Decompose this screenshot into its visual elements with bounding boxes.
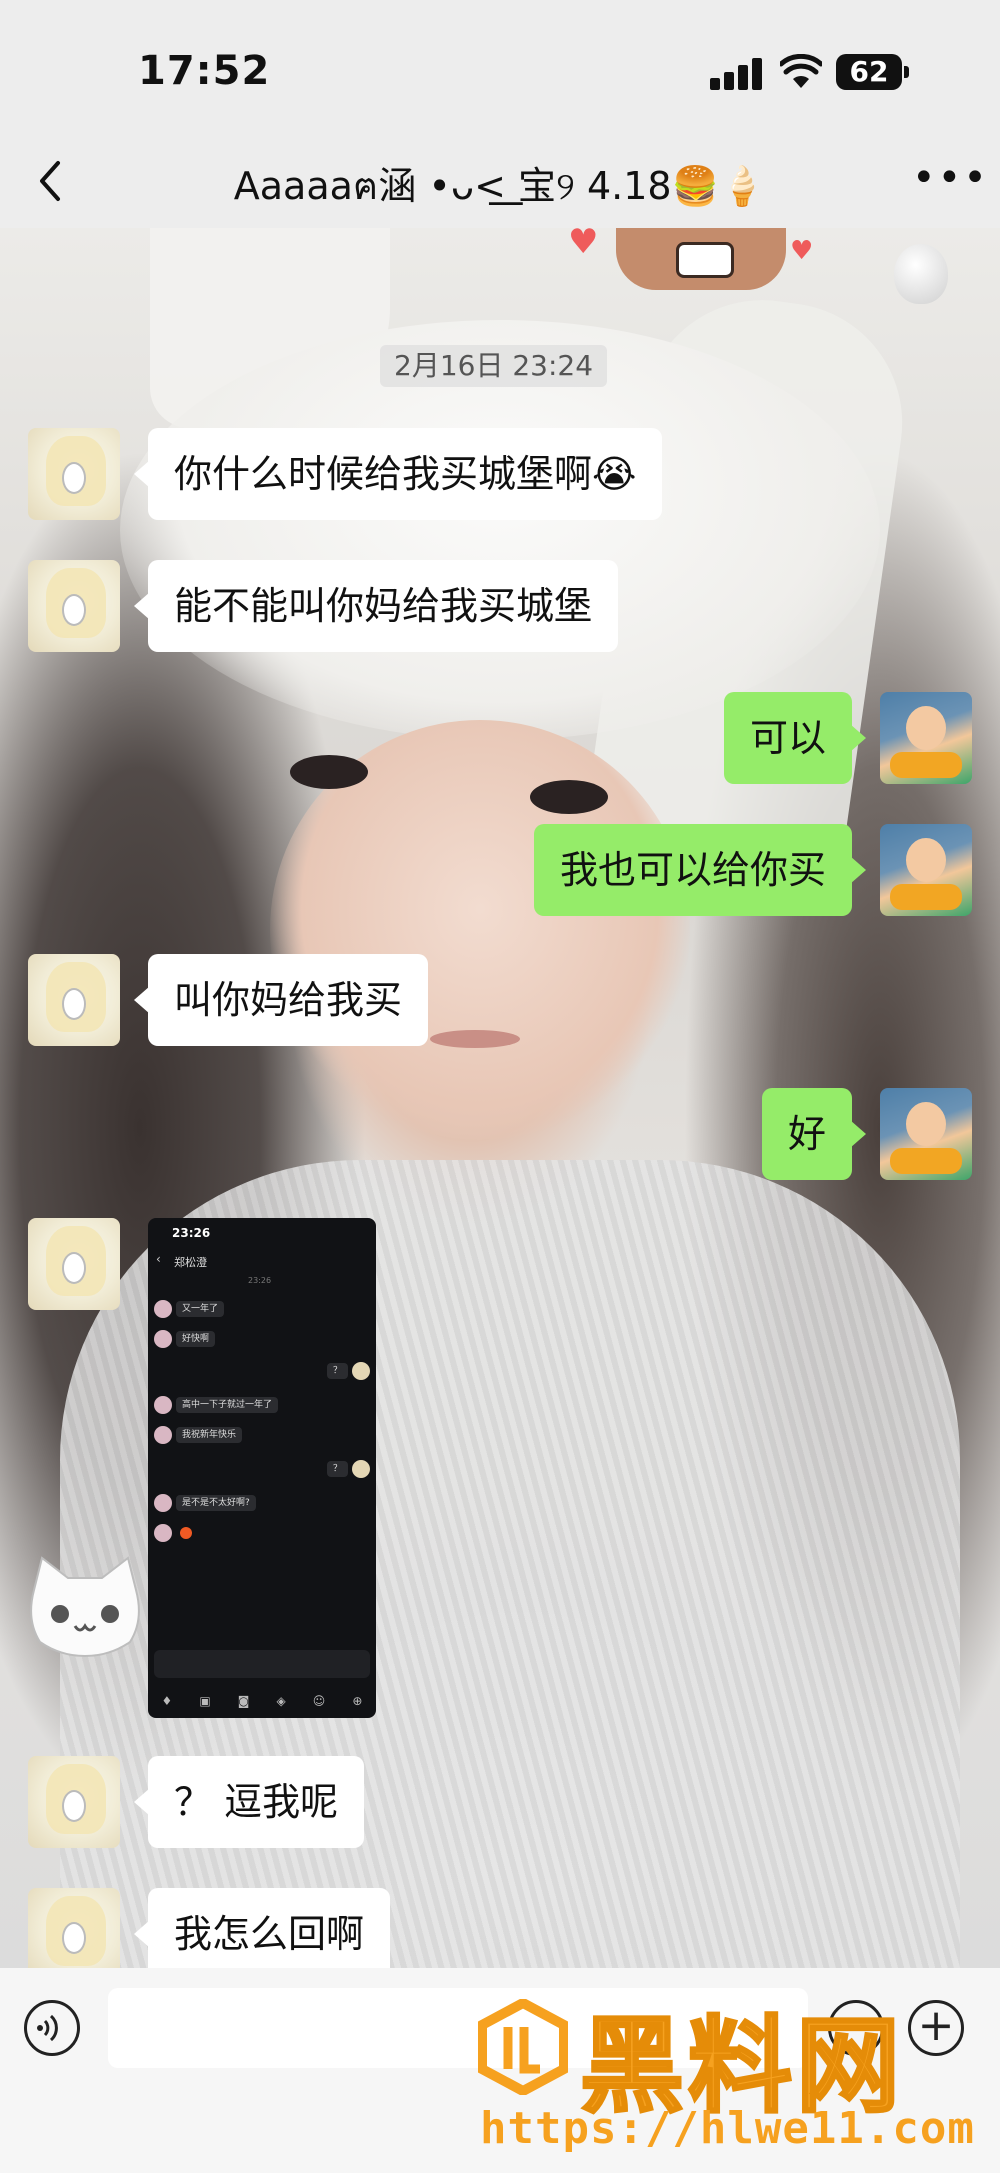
received-message[interactable]: ？ 逗我呢 xyxy=(133,1756,365,1848)
embedded-message: ？ xyxy=(326,1362,370,1380)
background-egg xyxy=(894,244,948,304)
watermark-url: https://hlwe11.com xyxy=(480,2103,975,2154)
chat-header: Aaaaaฅ涵 •ᴗ<͟ 宝୨ 4.18🍔🍦 ••• xyxy=(0,135,1000,228)
embedded-camera-icon: ◙ xyxy=(237,1694,250,1708)
chat-title: Aaaaaฅ涵 •ᴗ<͟ 宝୨ 4.18🍔🍦 xyxy=(233,164,767,208)
heart-icon: ♥ xyxy=(790,236,814,266)
embedded-message: 又一年了 xyxy=(154,1300,225,1318)
watermark: 黑料网 https://hlwe11.com xyxy=(470,1985,990,2165)
more-options-icon[interactable]: ••• xyxy=(912,158,987,199)
sent-message[interactable]: 可以 xyxy=(723,692,867,784)
cellular-signal-icon xyxy=(710,58,766,90)
my-avatar[interactable] xyxy=(880,692,972,784)
embedded-gift-icon: ◈ xyxy=(276,1694,286,1708)
contact-avatar[interactable] xyxy=(28,428,120,520)
background-eye xyxy=(530,780,608,814)
received-message[interactable]: 叫你妈给我买 xyxy=(133,954,429,1046)
embedded-image-icon: ▣ xyxy=(199,1694,211,1708)
contact-avatar[interactable] xyxy=(28,1218,120,1310)
embedded-emoji-icon: ☺ xyxy=(312,1694,326,1708)
embedded-mic-icon: ♦ xyxy=(161,1694,173,1708)
back-chevron-icon[interactable] xyxy=(30,153,70,209)
background-beaver-sticker xyxy=(616,228,786,290)
embedded-message: 是不是不太好啊? xyxy=(154,1494,256,1512)
image-message-screenshot[interactable]: 23:26 ‹ 郑松澄 23:26 又一年了 好快啊 ？ 高中一下子就过一年了 … xyxy=(148,1218,376,1718)
contact-avatar[interactable] xyxy=(28,954,120,1046)
status-time: 17:52 xyxy=(138,48,271,94)
embedded-plus-icon: ⊕ xyxy=(352,1694,363,1708)
contact-avatar[interactable] xyxy=(28,560,120,652)
contact-avatar[interactable] xyxy=(28,1756,120,1848)
sent-message[interactable]: 我也可以给你买 xyxy=(533,824,867,916)
embedded-timestamp: 23:26 xyxy=(248,1276,272,1285)
embedded-message: 我祝新年快乐 xyxy=(154,1426,243,1444)
embedded-back-icon: ‹ xyxy=(156,1252,161,1266)
sent-message[interactable]: 好 xyxy=(761,1088,867,1180)
received-message[interactable]: 你什么时候给我买城堡啊😭 xyxy=(133,428,663,520)
embedded-message: ？ xyxy=(326,1460,370,1478)
embedded-toolbar: ♦ ▣ ◙ ◈ ☺ ⊕ xyxy=(148,1694,376,1708)
background-eye xyxy=(290,755,368,789)
received-message[interactable]: 能不能叫你妈给我买城堡 xyxy=(133,560,619,652)
embedded-status-time: 23:26 xyxy=(172,1226,211,1240)
embedded-input xyxy=(154,1650,370,1678)
status-bar: 17:52 62 xyxy=(0,0,1000,135)
watermark-logo-icon xyxy=(478,1999,568,2095)
battery-indicator: 62 xyxy=(836,54,902,90)
my-avatar[interactable] xyxy=(880,1088,972,1180)
received-message[interactable]: 我怎么回啊 xyxy=(133,1888,391,1980)
my-avatar[interactable] xyxy=(880,824,972,916)
embedded-message: 好快啊 xyxy=(154,1330,216,1348)
embedded-chat-title: 郑松澄 xyxy=(174,1256,207,1269)
heart-icon: ♥ xyxy=(568,222,599,262)
voice-icon xyxy=(37,2014,58,2042)
contact-avatar[interactable] xyxy=(28,1888,120,1980)
cat-sticker xyxy=(30,1556,140,1658)
battery-tip xyxy=(904,66,909,78)
embedded-message: 高中一下子就过一年了 xyxy=(154,1396,279,1414)
background-lips xyxy=(430,1030,520,1048)
wifi-icon xyxy=(780,54,822,88)
embedded-message-emoji xyxy=(154,1524,192,1542)
voice-input-button[interactable] xyxy=(24,2000,80,2056)
message-timestamp: 2月16日 23:24 xyxy=(380,345,608,387)
